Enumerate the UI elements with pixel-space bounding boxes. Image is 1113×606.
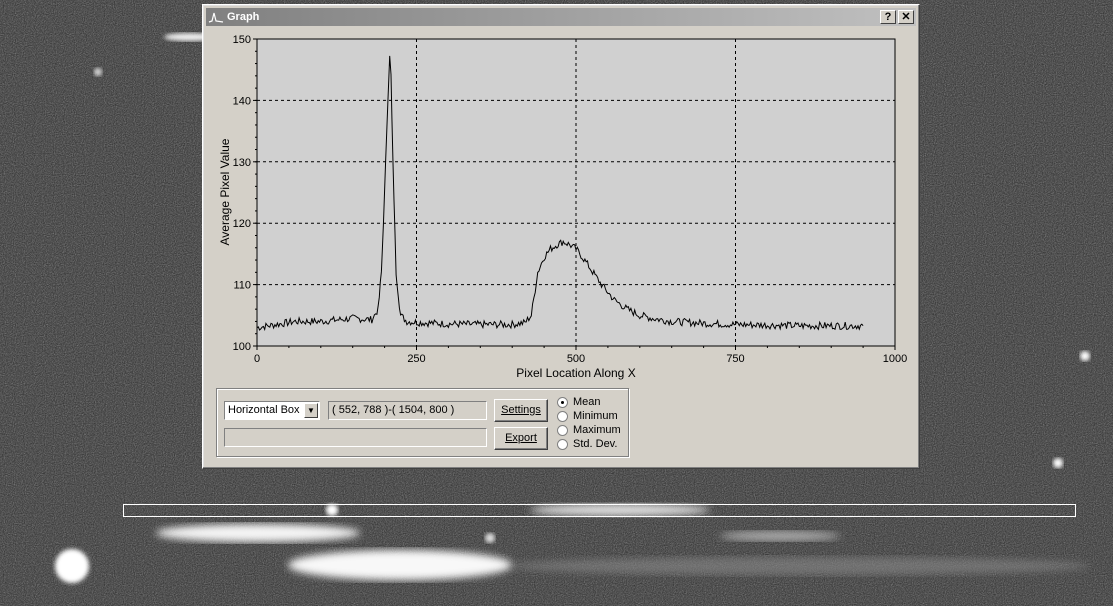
star-streak (156, 524, 360, 542)
graph-window: Graph ? ✕ 0 250 500 750 1000 100 110 120 130 140 1… (202, 4, 920, 469)
star-streak (530, 504, 710, 516)
radio-minimum-indicator[interactable] (557, 410, 568, 422)
radio-std-dev-label: Std. Dev. (573, 438, 618, 450)
coordinates-field: ( 552, 788 )-( 1504, 800 ) (328, 401, 487, 420)
radio-std-dev[interactable]: Std. Dev. (557, 437, 617, 451)
mode-select[interactable]: Horizontal Box ▼ (224, 401, 320, 420)
close-button[interactable]: ✕ (898, 10, 914, 24)
radio-mean[interactable]: Mean (557, 395, 601, 409)
x-tick-label: 1000 (883, 353, 907, 365)
radio-mean-indicator[interactable] (557, 396, 568, 408)
line-chart: 0 250 500 750 1000 100 110 120 130 140 150 Pixel L… (218, 34, 907, 380)
x-axis-label: Pixel Location Along X (516, 366, 635, 380)
y-tick-label: 100 (233, 341, 251, 353)
star (94, 68, 102, 76)
chevron-down-icon[interactable]: ▼ (304, 403, 318, 418)
y-tick-label: 130 (233, 157, 251, 169)
settings-button[interactable]: Settings (494, 399, 548, 422)
radio-maximum-label: Maximum (573, 424, 621, 436)
star (1080, 351, 1090, 361)
radio-minimum-label: Minimum (573, 410, 618, 422)
title-bar[interactable]: Graph ? ✕ (206, 8, 916, 26)
y-tick-label: 110 (233, 280, 251, 292)
star (485, 533, 495, 543)
star-streak (510, 557, 1090, 575)
star (55, 549, 89, 583)
y-tick-label: 120 (233, 218, 251, 230)
star (1053, 458, 1063, 468)
mode-select-value: Horizontal Box (228, 404, 300, 416)
y-tick-label: 150 (233, 34, 251, 46)
star (326, 504, 338, 516)
x-tick-label: 0 (254, 353, 260, 365)
radio-maximum-indicator[interactable] (557, 424, 568, 436)
star-streak (288, 550, 512, 580)
radio-maximum[interactable]: Maximum (557, 423, 621, 437)
export-button[interactable]: Export (494, 427, 548, 450)
star-streak (720, 531, 840, 541)
x-tick-label: 500 (567, 353, 585, 365)
controls-panel: Horizontal Box ▼ ( 552, 788 )-( 1504, 80… (216, 388, 629, 457)
help-button[interactable]: ? (880, 10, 896, 24)
x-tick-label: 750 (726, 353, 744, 365)
window-title: Graph (227, 11, 260, 23)
x-tick-label: 250 (407, 353, 425, 365)
radio-minimum[interactable]: Minimum (557, 409, 618, 423)
radio-mean-label: Mean (573, 396, 601, 408)
status-field[interactable] (224, 428, 487, 447)
graph-icon (208, 12, 224, 23)
y-axis-label: Average Pixel Value (218, 138, 232, 245)
y-tick-label: 140 (233, 95, 251, 107)
radio-std-dev-indicator[interactable] (557, 438, 568, 450)
